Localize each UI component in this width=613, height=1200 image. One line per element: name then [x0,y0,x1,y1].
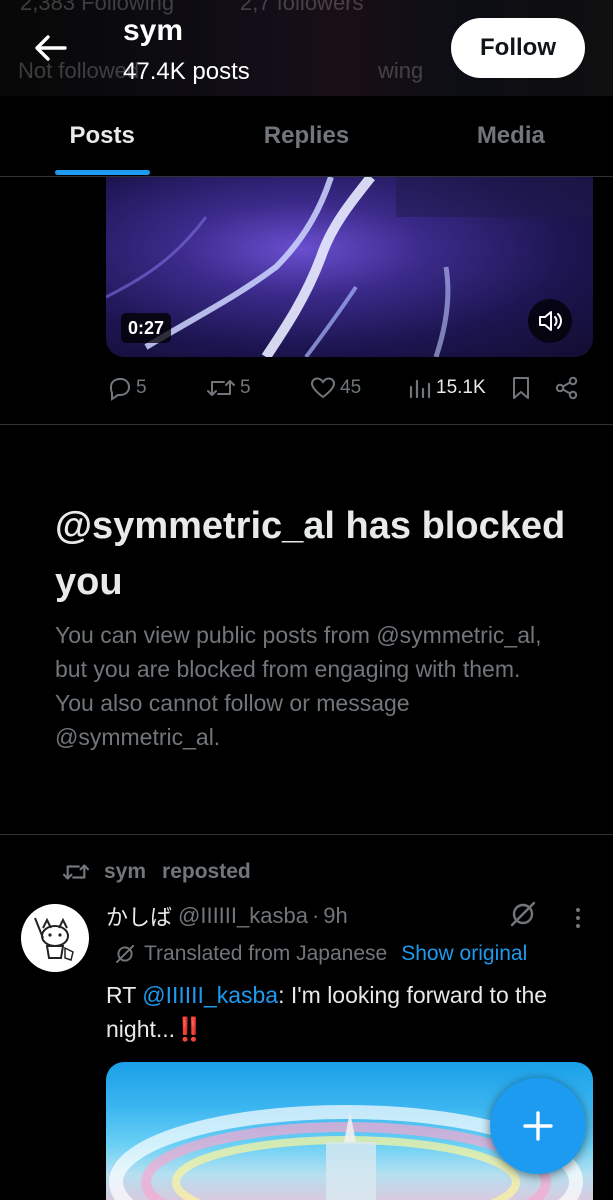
video-player[interactable] [106,177,593,357]
post-actions: 5 5 45 15.1K [106,370,593,406]
views-button[interactable]: 15.1K [408,370,486,406]
back-button[interactable] [24,22,76,74]
avatar-drawing [25,908,85,968]
bookmark-button[interactable] [510,370,532,406]
repost-user-name[interactable]: sym [104,860,146,884]
compose-post-button[interactable] [490,1078,586,1174]
separator-dot: · [311,903,320,928]
double-exclamation-emoji: ‼️ [175,1016,204,1042]
tab-media[interactable]: Media [409,96,613,176]
blocked-title: @symmetric_al has blocked you [55,505,566,603]
reply-button[interactable]: 5 [106,370,147,406]
views-chart-icon [409,379,431,399]
divider [0,424,613,425]
header-ghost-followers: 2,7 followers [240,0,364,15]
speaker-muted-icon [539,311,562,331]
avatar[interactable] [21,904,89,972]
plus-icon [523,1111,553,1141]
translated-label: Translated from Japanese [144,942,388,965]
video-duration-badge: 0:27 [121,313,172,343]
more-options-icon[interactable] [568,903,588,933]
repost-button[interactable]: 5 [206,370,251,406]
blocked-description: You can view public posts from @symmetri… [55,622,542,750]
share-button[interactable] [554,370,580,406]
profile-tabs: Posts Replies Media [0,96,613,177]
active-tab-indicator [55,170,150,175]
follow-button[interactable]: Follow [451,18,585,78]
repost-icon [207,380,235,396]
view-count: 15.1K [436,377,486,398]
translation-note: Translated from Japanese Show original [114,938,527,970]
like-button[interactable]: 45 [310,370,361,406]
share-icon [555,376,578,400]
video-frame-art [106,177,593,357]
post-mention-link[interactable]: @IIIIII_kasba [142,982,278,1008]
grok-icon[interactable] [508,899,538,929]
post-display-name[interactable]: かしば [106,900,172,932]
repost-label: reposted [162,860,251,883]
header-ghost-wing: wing [378,58,424,83]
bookmark-icon [513,377,529,399]
back-arrow-icon [35,35,67,61]
reply-count: 5 [136,377,147,398]
repost-icon [62,864,90,880]
tab-posts[interactable]: Posts [0,96,204,176]
tab-replies[interactable]: Replies [204,96,408,176]
repost-count: 5 [240,377,251,398]
repost-context: sym reposted [62,856,251,888]
post-text-prefix: RT [106,982,143,1008]
heart-icon [310,377,336,399]
post-header: かしば @IIIIII_kasba · 9h [106,900,348,932]
post-handle[interactable]: @IIIIII_kasba [178,903,308,929]
post-text: RT @IIIIII_kasba: I'm looking forward to… [106,978,596,1046]
profile-name: sym [123,14,184,47]
profile-header: 2,383 Following 2,7 followers Not follow… [0,0,613,96]
reply-icon [109,378,131,401]
like-count: 45 [340,377,362,398]
volume-toggle-button[interactable] [528,299,572,343]
post-timestamp[interactable]: 9h [323,903,347,929]
profile-posts-count: 47.4K posts [123,58,250,85]
divider [0,834,613,835]
grok-icon [115,944,135,964]
show-original-link[interactable]: Show original [401,942,527,966]
